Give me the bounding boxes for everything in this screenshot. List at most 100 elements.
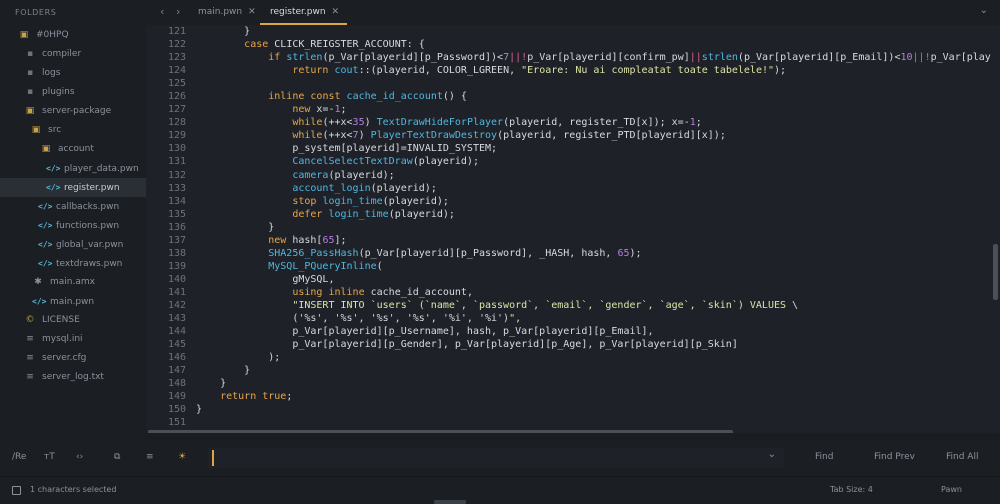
whole-word-icon[interactable]: ‹› xyxy=(76,452,83,462)
back-arrow-icon[interactable]: ‹ xyxy=(160,5,164,18)
code-file-icon: </> xyxy=(32,297,47,306)
line-number: 139 xyxy=(167,260,186,272)
code-line[interactable]: gMySQL, xyxy=(196,273,1000,286)
line-number: 148 xyxy=(167,378,186,390)
code-line[interactable]: defer login_time(playerid); xyxy=(196,208,1000,221)
chevron-down-icon[interactable]: ⌄ xyxy=(980,5,988,16)
in-selection-icon[interactable]: ⧉ xyxy=(114,452,120,462)
sidebar-item-server-package[interactable]: ▣ server-package xyxy=(0,102,146,121)
code-line[interactable]: } xyxy=(196,25,1000,38)
sidebar-item-mysql-ini[interactable]: ≡ mysql.ini xyxy=(0,330,146,349)
sidebar-item-license[interactable]: © LICENSE xyxy=(0,311,146,330)
line-number: 145 xyxy=(167,339,186,351)
sidebar-item-logs[interactable]: ▪ logs xyxy=(0,64,146,83)
code-line[interactable]: new x=-1; xyxy=(196,103,1000,116)
code-line[interactable]: } xyxy=(196,403,1000,416)
status-bar: 1 characters selected Tab Size: 4 Pawn xyxy=(0,476,1000,504)
close-icon[interactable]: ✕ xyxy=(248,7,256,17)
code-line[interactable]: inline const cache_id_account() { xyxy=(196,90,1000,103)
code-line[interactable]: using inline cache_id_account, xyxy=(196,286,1000,299)
code-line[interactable]: stop login_time(playerid); xyxy=(196,195,1000,208)
tab-label: register.pwn xyxy=(270,7,326,17)
find-prev-button[interactable]: Find Prev xyxy=(874,452,915,462)
sidebar-item-main-amx[interactable]: ✱ main.amx xyxy=(0,273,146,292)
line-number: 133 xyxy=(167,182,186,194)
code-area[interactable]: } case CLICK_REIGSTER_ACCOUNT: { if strl… xyxy=(196,25,1000,429)
license-icon: © xyxy=(25,315,35,325)
horizontal-scrollbar[interactable] xyxy=(148,430,733,433)
code-line[interactable]: } xyxy=(196,221,1000,234)
code-line[interactable]: return cout::(playerid, COLOR_LGREEN, "E… xyxy=(196,64,1000,77)
vertical-scrollbar[interactable] xyxy=(993,244,998,300)
code-line[interactable]: ('%s', '%s', '%s', '%s', '%i', '%i')", xyxy=(196,312,1000,325)
code-line[interactable]: MySQL_PQueryInline( xyxy=(196,260,1000,273)
code-line[interactable]: ); xyxy=(196,351,1000,364)
forward-arrow-icon[interactable]: › xyxy=(176,5,180,18)
sidebar-item-functions-pwn[interactable]: </> functions.pwn xyxy=(0,216,146,235)
sidebar-item-server-log-txt[interactable]: ≡ server_log.txt xyxy=(0,368,146,387)
line-number: 131 xyxy=(167,156,186,168)
panel-toggle-icon[interactable] xyxy=(12,486,21,495)
sidebar-item-plugins[interactable]: ▪ plugins xyxy=(0,83,146,102)
sidebar-item-account[interactable]: ▣ account xyxy=(0,140,146,159)
line-number: 147 xyxy=(167,365,186,377)
code-line[interactable]: if strlen(p_Var[playerid][p_Password])<7… xyxy=(196,51,1000,64)
sidebar: FOLDERS ▣ #0HPQ ▪ compiler ▪ logs ▪ plugins ▣ ser… xyxy=(0,0,146,476)
sidebar-item-label: textdraws.pwn xyxy=(56,259,123,269)
sidebar-item-label: src xyxy=(48,125,62,135)
sidebar-item-src[interactable]: ▣ src xyxy=(0,121,146,140)
text-file-icon: ≡ xyxy=(26,372,34,382)
line-number: 125 xyxy=(167,78,186,90)
sidebar-item-main-pwn[interactable]: </> main.pwn xyxy=(0,292,146,311)
code-line[interactable]: p_Var[playerid][p_Username], hash, p_Var… xyxy=(196,325,1000,338)
highlight-matches-icon[interactable]: ☀ xyxy=(178,452,186,462)
close-icon[interactable]: ✕ xyxy=(332,7,340,17)
chevron-down-icon[interactable]: ⌄ xyxy=(768,449,776,460)
code-line[interactable] xyxy=(196,77,1000,90)
tab-label: main.pwn xyxy=(198,7,243,17)
sidebar-item-textdraws-pwn[interactable]: </> textdraws.pwn xyxy=(0,254,146,273)
tab-size-status[interactable]: Tab Size: 4 xyxy=(830,485,873,494)
code-line[interactable]: "INSERT INTO `users` (`name`, `password`… xyxy=(196,299,1000,312)
line-number: 150 xyxy=(167,404,186,416)
code-line[interactable]: camera(playerid); xyxy=(196,169,1000,182)
sidebar-item-server-cfg[interactable]: ≡ server.cfg xyxy=(0,349,146,368)
code-line[interactable]: while(++x<7) PlayerTextDrawDestroy(playe… xyxy=(196,129,1000,142)
code-line[interactable]: return true; xyxy=(196,390,1000,403)
line-number: 149 xyxy=(167,391,186,403)
sidebar-item-compiler[interactable]: ▪ compiler xyxy=(0,45,146,64)
tab-main-pwn[interactable]: main.pwn ✕ xyxy=(198,0,256,25)
sidebar-item-global-var-pwn[interactable]: </> global_var.pwn xyxy=(0,235,146,254)
syntax-status[interactable]: Pawn xyxy=(941,485,962,494)
wrap-icon[interactable]: ≡ xyxy=(146,452,154,462)
code-line[interactable]: SHA256_PassHash(p_Var[playerid][p_Passwo… xyxy=(196,247,1000,260)
code-line[interactable]: p_Var[playerid][p_Gender], p_Var[playeri… xyxy=(196,338,1000,351)
code-line[interactable] xyxy=(196,416,1000,429)
tab-register-pwn[interactable]: register.pwn ✕ xyxy=(259,0,348,25)
code-line[interactable]: while(++x<35) TextDrawHideForPlayer(play… xyxy=(196,116,1000,129)
find-button[interactable]: Find xyxy=(815,452,833,462)
sidebar-item-callbacks-pwn[interactable]: </> callbacks.pwn xyxy=(0,197,146,216)
code-line[interactable]: } xyxy=(196,364,1000,377)
sidebar-item-label: player_data.pwn xyxy=(64,164,139,174)
case-sensitive-icon[interactable]: ᴛT xyxy=(44,452,55,462)
code-file-icon: </> xyxy=(38,202,53,211)
sidebar-item--0hpq[interactable]: ▣ #0HPQ xyxy=(0,26,146,45)
sidebar-item-player-data-pwn[interactable]: </> player_data.pwn xyxy=(0,159,146,178)
code-editor[interactable]: 121 122 123 124 125 126 127 128 129 130 131 132 133 1… xyxy=(146,25,1000,433)
find-input[interactable]: ⌄ xyxy=(208,448,784,468)
code-line[interactable]: account_login(playerid); xyxy=(196,182,1000,195)
code-line[interactable]: } xyxy=(196,377,1000,390)
line-number: 121 xyxy=(167,26,186,37)
line-number: 140 xyxy=(167,273,186,285)
folder-icon: ▪ xyxy=(26,68,34,78)
code-line[interactable]: CancelSelectTextDraw(playerid); xyxy=(196,155,1000,168)
regex-toggle-icon[interactable]: /Re xyxy=(12,452,26,462)
code-line[interactable]: new hash[65]; xyxy=(196,234,1000,247)
sidebar-item-register-pwn[interactable]: </> register.pwn xyxy=(0,178,146,197)
code-line[interactable]: p_system[playerid]=INVALID_SYSTEM; xyxy=(196,142,1000,155)
code-file-icon: </> xyxy=(38,259,53,268)
code-line[interactable]: case CLICK_REIGSTER_ACCOUNT: { xyxy=(196,38,1000,51)
find-all-button[interactable]: Find All xyxy=(946,452,978,462)
selection-status: 1 characters selected xyxy=(30,485,117,494)
